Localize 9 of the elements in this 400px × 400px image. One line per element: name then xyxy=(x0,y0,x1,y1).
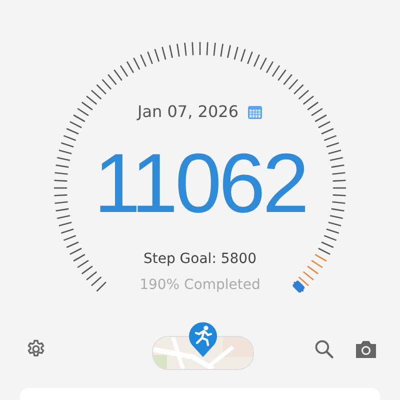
search-icon[interactable] xyxy=(313,338,335,360)
date-label: Jan 07, 2026 xyxy=(138,102,238,121)
step-count: 11062 xyxy=(94,141,306,225)
map-button[interactable] xyxy=(152,320,254,370)
camera-icon[interactable] xyxy=(354,339,378,359)
step-goal: Step Goal: 5800 xyxy=(143,251,256,267)
completion-label: 190% Completed xyxy=(140,277,260,293)
runner-pin-icon xyxy=(187,320,219,358)
progress-marker xyxy=(292,280,306,294)
